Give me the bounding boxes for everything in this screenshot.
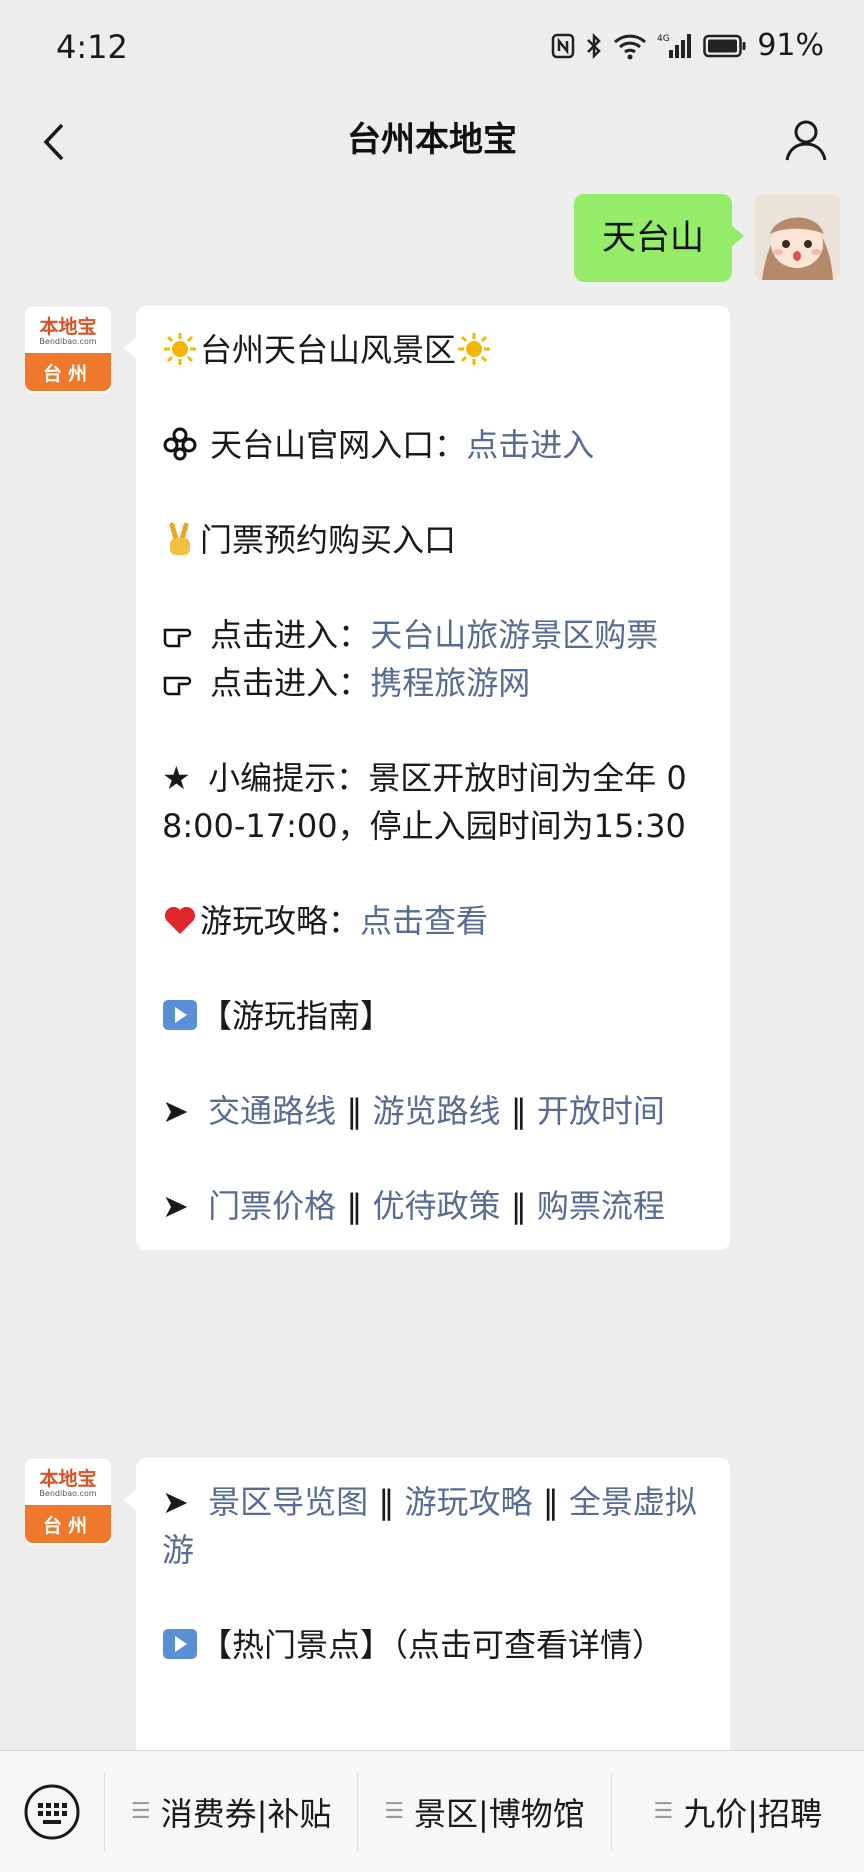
play-button-icon [163,1629,197,1659]
svg-text:4G: 4G [657,34,670,44]
menu-icon: ☰ [130,1799,151,1824]
status-time: 4:12 [56,28,128,66]
official-site-line: 天台山官网入口：点击进入 [162,421,706,469]
link-play-guide[interactable]: 游玩攻略 [405,1483,533,1521]
section-guide-line: 【游玩指南】 [162,992,706,1040]
status-bar: 4:12 4G 91% [0,0,864,96]
ticket-link-ctrip[interactable]: 携程旅游网 [370,664,530,702]
guide-links-row-1: ➤ 交通路线 ‖ 游览路线 ‖ 开放时间 [162,1087,706,1135]
link-opening-hours[interactable]: 开放时间 [537,1092,665,1130]
bot-message-bubble: ➤ 景区导览图 ‖ 游玩攻略 ‖ 全景虚拟游 【热门景点】（点击可查看详情） [124,1458,730,1750]
guide-link[interactable]: 点击查看 [360,902,488,940]
arrow-icon: ➤ [162,1483,189,1521]
guide-links-row-2: ➤ 门票价格 ‖ 优待政策 ‖ 购票流程 [162,1182,706,1230]
pointing-hand-icon [163,628,192,648]
pointing-hand-icon [163,676,192,696]
message-title-line: 台州天台山风景区 [162,326,706,374]
keyboard-icon [24,1784,80,1839]
bottom-menu-bar: ☰ 消费券|补贴 ☰ 景区|博物馆 ☰ 九价|招聘 [0,1750,864,1872]
sun-icon [164,333,196,365]
nav-bar: 台州本地宝 [0,96,864,186]
guide-links-row-3: ➤ 景区导览图 ‖ 游玩攻略 ‖ 全景虚拟游 [162,1478,706,1574]
wifi-icon [613,32,647,60]
menu-icon: ☰ [653,1799,674,1824]
ticket-link-line-1: 点击进入：天台山旅游景区购票 [162,611,706,659]
battery-icon [703,33,747,59]
bot-city-badge: 台州 [25,1505,111,1543]
bluetooth-icon [585,32,603,60]
sun-icon [458,333,491,365]
nfc-icon [551,33,575,59]
status-icons: 4G 91% [551,28,824,63]
menu-item-coupons[interactable]: ☰ 消费券|补贴 [104,1771,357,1852]
official-site-link[interactable]: 点击进入 [466,426,594,464]
link-purchase-process[interactable]: 购票流程 [537,1187,665,1225]
flower-icon [163,427,197,461]
menu-icon: ☰ [384,1799,404,1824]
profile-icon [785,120,827,161]
menu-item-scenic-museum[interactable]: ☰ 景区|博物馆 [357,1771,610,1852]
bot-logo: 本地宝 Bendibao.com [39,1468,97,1498]
user-avatar[interactable] [754,194,840,280]
arrow-icon: ➤ [162,1092,189,1130]
profile-button[interactable] [776,110,836,170]
star-icon: ★ [162,759,191,797]
menu-item-hpv-jobs[interactable]: ☰ 九价|招聘 [610,1771,864,1852]
keyboard-toggle-button[interactable] [0,1751,104,1872]
play-button-icon [163,1000,197,1030]
bot-message-row: 本地宝 Bendibao.com 台州 ➤ 景区导览图 ‖ 游玩攻略 ‖ 全景虚… [24,1458,730,1750]
link-transport[interactable]: 交通路线 [208,1092,336,1130]
heart-icon [164,906,196,934]
bot-avatar[interactable]: 本地宝 Bendibao.com 台州 [24,306,112,394]
guide-line: 游玩攻略：点击查看 [162,897,706,945]
ticket-heading-line: 门票预约购买入口 [162,516,706,564]
user-message-row: 天台山 [574,194,840,282]
chat-area[interactable]: 天台山 本地宝 Bendibao.com 台州 台州天台山风景区 天台山官网入口… [0,186,864,1750]
victory-hand-icon [169,522,190,555]
ticket-link-line-2: 点击进入：携程旅游网 [162,659,706,707]
signal-icon: 4G [657,32,693,60]
page-title: 台州本地宝 [347,120,517,160]
link-scenic-map[interactable]: 景区导览图 [208,1483,368,1521]
message-title: 台州天台山风景区 [200,331,457,369]
bot-message-bubble: 台州天台山风景区 天台山官网入口：点击进入 门票预约购买入口 点击进入：天台山旅… [124,306,730,1250]
link-tour-route[interactable]: 游览路线 [373,1092,501,1130]
link-ticket-price[interactable]: 门票价格 [208,1187,336,1225]
bot-city-badge: 台州 [25,353,111,391]
tip-line: ★ 小编提示：景区开放时间为全年 08:00-17:00，停止入园时间为15:3… [162,754,706,850]
arrow-icon: ➤ [162,1187,189,1225]
battery-level: 91% [757,28,824,63]
bot-avatar[interactable]: 本地宝 Bendibao.com 台州 [24,1458,112,1546]
ticket-link-official[interactable]: 天台山旅游景区购票 [370,616,658,654]
user-message-bubble[interactable]: 天台山 [574,194,744,282]
link-discount-policy[interactable]: 优待政策 [373,1187,501,1225]
section-hot-line: 【热门景点】（点击可查看详情） [162,1621,706,1669]
bot-message-row: 本地宝 Bendibao.com 台州 台州天台山风景区 天台山官网入口：点击进… [24,306,730,1250]
bot-logo: 本地宝 Bendibao.com [39,316,97,346]
